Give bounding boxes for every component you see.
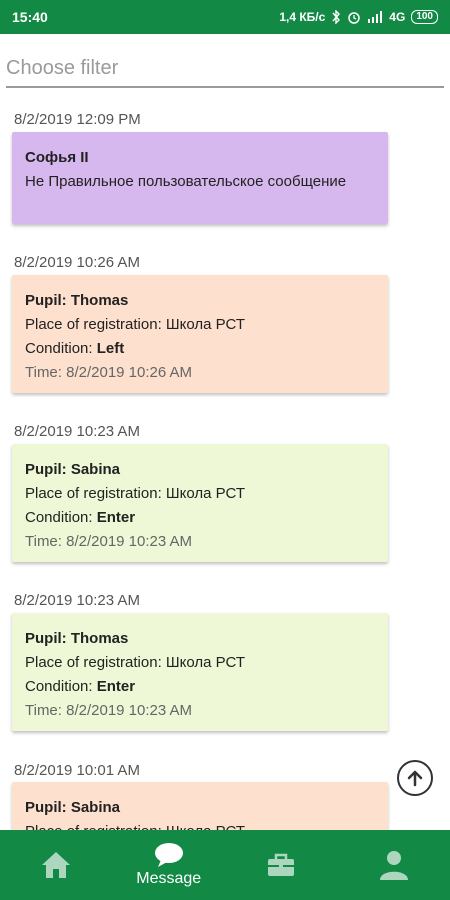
arrow-up-icon <box>407 770 423 787</box>
profile-icon <box>378 849 410 881</box>
condition-label: Condition: <box>25 340 97 357</box>
event-time: Time: 8/2/2019 10:23 AM <box>25 702 193 719</box>
condition-row: Condition: Enter <box>25 506 376 530</box>
battery-icon: 100 <box>411 10 438 24</box>
nav-briefcase[interactable] <box>225 830 338 900</box>
filter-input[interactable]: Choose filter <box>6 50 444 88</box>
registration-place: Place of registration: Школа РСТ <box>25 820 376 830</box>
home-icon <box>40 850 72 880</box>
condition-value: Left <box>96 340 125 357</box>
bluetooth-icon <box>331 10 341 24</box>
network-type: 4G <box>389 10 406 24</box>
condition-label: Condition: <box>25 509 97 526</box>
message-date: 8/2/2019 10:23 AM <box>14 423 140 440</box>
condition-row: Condition: Enter <box>25 675 376 699</box>
message-date: 8/2/2019 12:09 PM <box>14 111 141 128</box>
status-indicators: 1,4 КБ/с 4G 100 <box>279 10 438 24</box>
status-time: 15:40 <box>12 9 48 25</box>
message-card[interactable]: Pupil: Thomas Place of registration: Шко… <box>12 613 388 731</box>
message-date: 8/2/2019 10:23 AM <box>14 592 140 609</box>
alarm-icon <box>347 10 361 24</box>
network-speed: 1,4 КБ/с <box>279 10 326 24</box>
pupil-name: Pupil: Sabina <box>25 799 121 816</box>
message-card[interactable]: Pupil: Sabina Place of registration: Шко… <box>12 444 388 562</box>
message-text: Не Правильное пользовательское сообщение <box>25 173 347 190</box>
message-list[interactable]: 8/2/2019 12:09 PM Софья II Не Правильное… <box>0 100 450 830</box>
event-time: Time: 8/2/2019 10:26 AM <box>25 364 193 381</box>
registration-place: Place of registration: Школа РСТ <box>25 654 245 671</box>
pupil-name: Pupil: Sabina <box>25 461 121 478</box>
status-bar: 15:40 1,4 КБ/с 4G 100 <box>0 0 450 34</box>
signal-icon <box>367 11 383 23</box>
registration-place: Place of registration: Школа РСТ <box>25 316 245 333</box>
scroll-to-top-button[interactable] <box>397 760 433 796</box>
message-card[interactable]: Pupil: Sabina Place of registration: Шко… <box>12 782 388 830</box>
condition-value: Enter <box>96 678 136 695</box>
message-card[interactable]: Софья II Не Правильное пользовательское … <box>12 132 388 224</box>
message-title: Софья II <box>25 149 89 166</box>
message-icon <box>153 842 185 868</box>
event-time: Time: 8/2/2019 10:23 AM <box>25 533 193 550</box>
nav-home[interactable] <box>0 830 113 900</box>
nav-message-label: Message <box>136 870 202 887</box>
condition-label: Condition: <box>25 678 97 695</box>
nav-message[interactable]: Message <box>113 830 226 900</box>
message-date: 8/2/2019 10:01 AM <box>14 762 140 779</box>
pupil-name: Pupil: Thomas <box>25 630 129 647</box>
message-card[interactable]: Pupil: Thomas Place of registration: Шко… <box>12 275 388 393</box>
registration-place: Place of registration: Школа РСТ <box>25 485 245 502</box>
nav-profile[interactable] <box>338 830 450 900</box>
bottom-navigation: Message <box>0 830 450 900</box>
condition-row: Condition: Left <box>25 337 376 361</box>
condition-value: Enter <box>96 509 136 526</box>
pupil-name: Pupil: Thomas <box>25 292 129 309</box>
briefcase-icon <box>266 852 296 878</box>
message-date: 8/2/2019 10:26 AM <box>14 254 140 271</box>
